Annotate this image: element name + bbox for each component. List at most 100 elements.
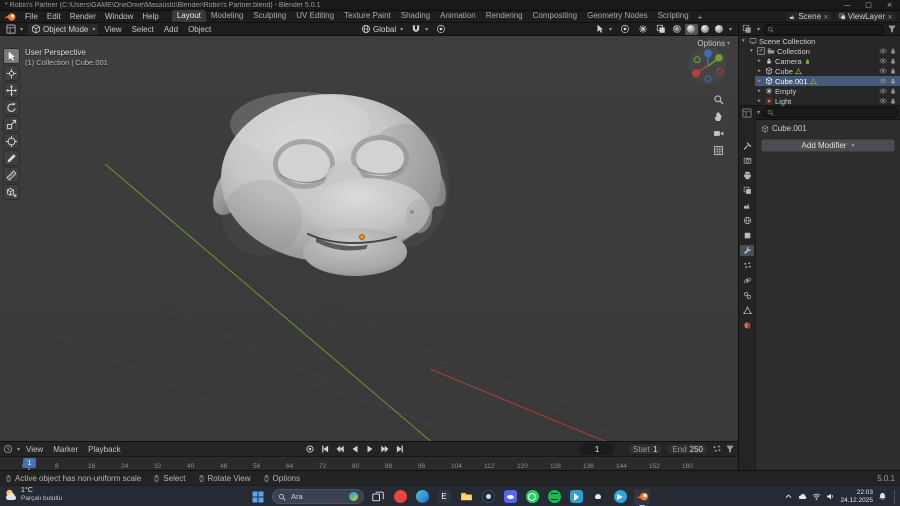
tab-material[interactable] [740,320,754,331]
render-camera-icon[interactable] [889,97,897,105]
hide-eye-icon[interactable] [879,67,887,75]
taskbar-search-input[interactable] [289,491,346,502]
app-epic-games[interactable]: E [436,489,452,505]
menu-view[interactable]: View [100,24,125,35]
properties-search[interactable] [763,107,897,118]
blender-logo-icon[interactable] [4,12,17,22]
show-overlays-toggle[interactable] [617,24,633,35]
disclosure-icon[interactable]: ▸ [758,58,763,64]
disclosure-icon[interactable]: ▸ [758,98,763,104]
tab-world[interactable] [740,215,754,226]
properties-editor-icon[interactable] [742,108,752,118]
workspace-tab-layout[interactable]: Layout [171,10,206,22]
render-camera-icon[interactable] [889,47,897,55]
disclosure-icon[interactable]: ▸ [758,78,763,84]
xray-toggle[interactable] [653,24,669,35]
transform-orientation-selector[interactable]: Global ▾ [358,24,406,35]
tray-chevron-up-icon[interactable] [784,492,793,501]
show-gizmo-toggle[interactable] [635,24,651,35]
gizmo-z-axis[interactable] [704,49,712,58]
camera-view-icon[interactable] [713,128,724,139]
jump-to-end-button[interactable] [393,443,406,455]
maximize-button[interactable]: □ [858,0,879,10]
properties-search-input[interactable] [776,109,893,116]
filter-funnel-icon[interactable] [887,24,897,34]
snap-toggle[interactable]: ▾ [408,24,431,35]
tab-view-layer[interactable] [740,185,754,196]
character-model[interactable] [204,92,455,276]
add-modifier-button[interactable]: Add Modifier ▾ [761,139,895,152]
menu-file[interactable]: File [21,11,42,22]
frame-start-field[interactable]: Start 1 [627,443,664,455]
weather-widget[interactable]: 1°C Parçalı bulutlu [4,487,62,503]
app-steam[interactable] [480,489,496,505]
outliner-search-input[interactable] [776,25,880,33]
gizmo-x-axis[interactable] [692,69,701,78]
timeline-menu-marker[interactable]: Marker [49,444,82,455]
hide-eye-icon[interactable] [879,77,887,85]
menu-window[interactable]: Window [101,11,137,22]
render-camera-icon[interactable] [889,67,897,75]
tool-move[interactable] [3,82,20,98]
menu-render[interactable]: Render [66,11,100,22]
jump-to-start-button[interactable] [318,443,331,455]
tool-select-box[interactable] [3,48,20,64]
tab-scene[interactable] [740,200,754,211]
task-view-button[interactable] [370,489,386,505]
disclosure-icon[interactable]: ▸ [758,68,763,74]
keying-set-icon[interactable] [712,444,722,454]
timeline-editor-icon[interactable] [3,444,13,454]
notifications-bell-icon[interactable] [878,492,887,501]
render-camera-icon[interactable] [889,57,897,65]
disclosure-icon[interactable]: ▾ [742,38,747,44]
app-discord[interactable] [502,489,518,505]
zoom-icon[interactable] [713,94,724,105]
workspace-tab-uv-editing[interactable]: UV Editing [291,10,339,22]
tab-tool[interactable] [740,140,754,151]
shading-material-button[interactable] [699,24,712,35]
tab-object[interactable] [740,230,754,241]
menu-object[interactable]: Object [184,24,215,35]
shading-rendered-button[interactable] [713,24,726,35]
shading-wireframe-button[interactable] [671,24,684,35]
taskbar-clock[interactable]: 22:03 24.12.2025 [840,489,873,505]
minimize-button[interactable]: — [837,0,858,10]
hide-eye-icon[interactable] [879,97,887,105]
tab-render[interactable] [740,155,754,166]
app-telegram[interactable] [612,489,628,505]
add-workspace-button[interactable]: + [694,13,707,22]
hide-eye-icon[interactable] [879,57,887,65]
tab-modifiers[interactable] [740,245,754,256]
hide-eye-icon[interactable] [879,87,887,95]
app-spotify[interactable] [546,489,562,505]
tab-object-data[interactable] [740,305,754,316]
mode-selector[interactable]: Object Mode ▾ [28,23,99,35]
workspace-tab-sculpting[interactable]: Sculpting [248,10,291,22]
viewport-3d[interactable]: User Perspective (1) Collection | Cube.0… [0,36,739,441]
scene-unlink-icon[interactable]: × [823,13,829,21]
workspace-tab-animation[interactable]: Animation [435,10,481,22]
render-camera-icon[interactable] [889,77,897,85]
outliner-item-camera[interactable]: ▸ Camera [755,56,900,66]
navigation-gizmo[interactable] [688,46,728,86]
frame-end-field[interactable]: End 250 [666,443,709,455]
hide-eye-icon[interactable] [879,47,887,55]
prev-keyframe-button[interactable] [333,443,346,455]
tool-measure[interactable] [3,167,20,183]
tool-scale[interactable] [3,116,20,132]
outliner-item-cube-001[interactable]: ▸ Cube.001 [755,76,900,86]
tab-output[interactable] [740,170,754,181]
show-desktop-button[interactable] [894,489,897,504]
workspace-tab-shading[interactable]: Shading [396,10,435,22]
next-keyframe-button[interactable] [378,443,391,455]
app-file-explorer[interactable] [458,489,474,505]
outliner-search[interactable] [763,23,884,35]
app-github[interactable] [590,489,606,505]
close-button[interactable]: × [879,0,900,10]
outliner-item-light[interactable]: ▸ Light [755,96,900,106]
start-button[interactable] [250,489,266,505]
collection-checkbox[interactable]: ✓ [757,47,765,55]
workspace-tab-scripting[interactable]: Scripting [653,10,694,22]
timeline-menu-playback[interactable]: Playback [84,444,124,455]
volume-icon[interactable] [826,492,835,501]
